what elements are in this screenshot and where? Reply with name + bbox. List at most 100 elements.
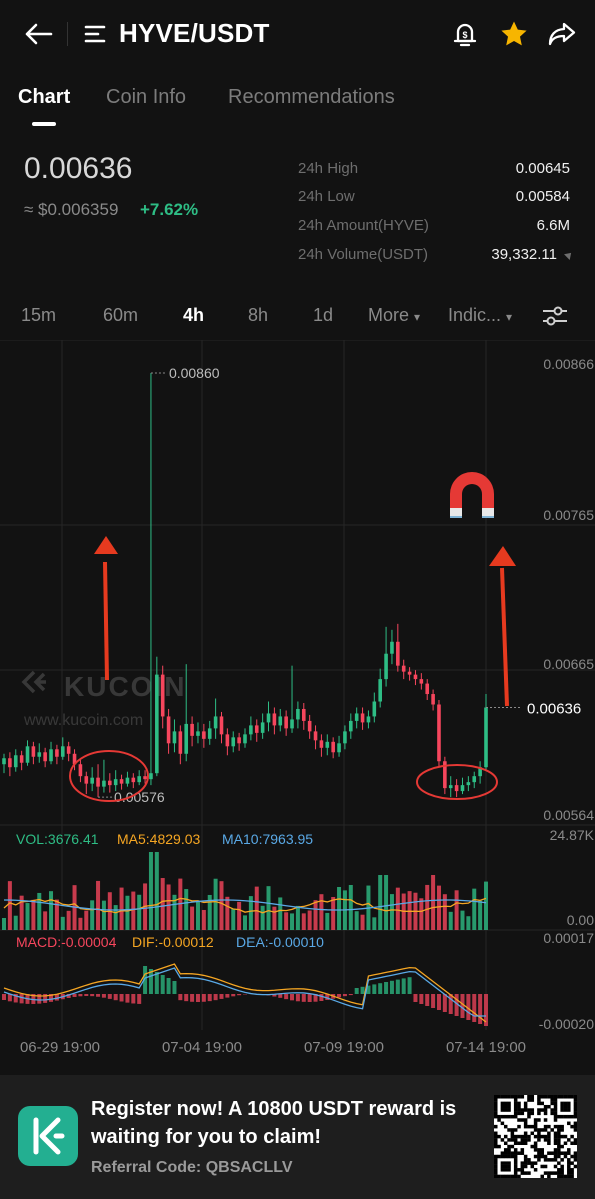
qr-module [513,1154,518,1159]
qr-module [537,1098,541,1102]
timeframe-8h[interactable]: 8h [248,305,268,326]
macd-histogram-bar [360,986,365,994]
candle-body [119,779,124,784]
timeframe-4h[interactable]: 4h [183,305,204,326]
candle-body [78,764,83,777]
qr-module [503,1124,508,1129]
qr-module [560,1144,564,1149]
chart-settings-icon[interactable] [540,304,570,328]
volume-bar [160,878,165,930]
price-axis-label: 0.00765 [543,507,594,523]
candle-body [472,776,477,783]
candle-body [390,641,394,654]
macd-histogram-bar [448,994,453,1014]
tab-recommendations[interactable]: Recommendations [228,86,395,109]
qr-module [494,1158,498,1162]
candle-body [125,777,130,784]
candle-body [466,782,471,786]
candle-body [360,713,365,723]
divider [67,22,68,46]
qr-module [573,1098,578,1102]
qr-module [570,1114,574,1119]
volume-bar [78,917,83,930]
volume-bar [425,884,430,930]
favorite-star-icon[interactable] [498,18,530,50]
qr-module [494,1104,498,1109]
qr-module [523,1104,528,1109]
timeframe-15m[interactable]: 15m [21,305,56,326]
qr-module [550,1095,554,1099]
macd-histogram-bar [101,994,106,998]
indicators-dropdown[interactable]: Indic... ▾ [448,305,512,326]
qr-module [550,1111,554,1116]
qr-module [520,1108,525,1112]
qr-module [494,1174,498,1179]
qr-module [550,1108,554,1112]
qr-module [560,1101,564,1106]
share-icon[interactable] [546,18,578,50]
volume-unit-toggle-icon[interactable] [564,250,574,260]
qr-module [567,1101,571,1106]
qr-module [540,1151,544,1155]
qr-module [513,1095,518,1099]
qr-module [517,1174,521,1179]
qr-module [513,1141,518,1145]
candle-body [49,749,53,762]
qr-module [530,1098,535,1102]
macd-histogram-bar [19,994,24,1004]
qr-module [500,1114,505,1119]
timeframe-more[interactable]: More ▾ [368,305,420,326]
candle-body [243,734,247,744]
qr-module [560,1104,564,1109]
qr-module [573,1158,578,1162]
price-alert-bell-icon[interactable]: $ [450,18,480,50]
qr-module [560,1095,564,1099]
macd-histogram-bar [436,994,441,1010]
candle-body [448,785,453,789]
qr-module [563,1134,568,1139]
menu-icon[interactable] [82,22,108,46]
qr-module [570,1168,574,1172]
volume-bar [272,906,277,930]
pair-title[interactable]: HYVE/USDT [119,18,270,49]
date-axis-label: 07-09 19:00 [304,1039,384,1056]
candle-body [260,722,265,733]
stat-value-amount: 6.6M [536,217,570,234]
qr-module [520,1171,525,1175]
volume-bar [2,918,6,930]
tab-chart[interactable]: Chart [18,86,70,109]
qr-module [543,1138,548,1142]
volume-bar [84,910,89,930]
candle-body [155,674,159,774]
candle-body [266,713,271,723]
candle-body [13,755,18,768]
macd-histogram-bar [125,994,130,1003]
qr-module [507,1128,511,1132]
candlestick-chart[interactable]: KUCOIN www.kucoin.com 0.006360.008600.00… [0,340,595,1065]
volume-bar [49,891,54,930]
qr-module [550,1128,554,1132]
qr-module [537,1118,541,1122]
volume-bar [278,897,283,930]
qr-module [527,1098,531,1102]
macd-histogram-bar [78,994,83,997]
stat-label-amount: 24h Amount(HYVE) [298,217,429,234]
back-arrow-icon[interactable] [20,18,56,50]
qr-module [543,1134,548,1139]
qr-module [547,1151,551,1155]
timeframe-60m[interactable]: 60m [103,305,138,326]
qr-module [503,1141,508,1145]
volume-bar [419,898,424,930]
volume-bar [119,887,124,930]
volume-header-vol: VOL:3676.41 [16,831,99,847]
timeframe-1d[interactable]: 1d [313,305,333,326]
tab-coin-info[interactable]: Coin Info [106,86,186,109]
volume-header-ma5: MA5:4829.03 [117,831,200,847]
qr-module [573,1095,578,1099]
referral-banner[interactable]: Register now! A 10800 USDT reward is wai… [0,1075,595,1199]
red-up-arrow-icon [94,536,118,681]
candle-body [102,780,106,787]
qr-module [503,1174,508,1179]
stat-label-low: 24h Low [298,188,355,205]
qr-module [507,1114,511,1119]
